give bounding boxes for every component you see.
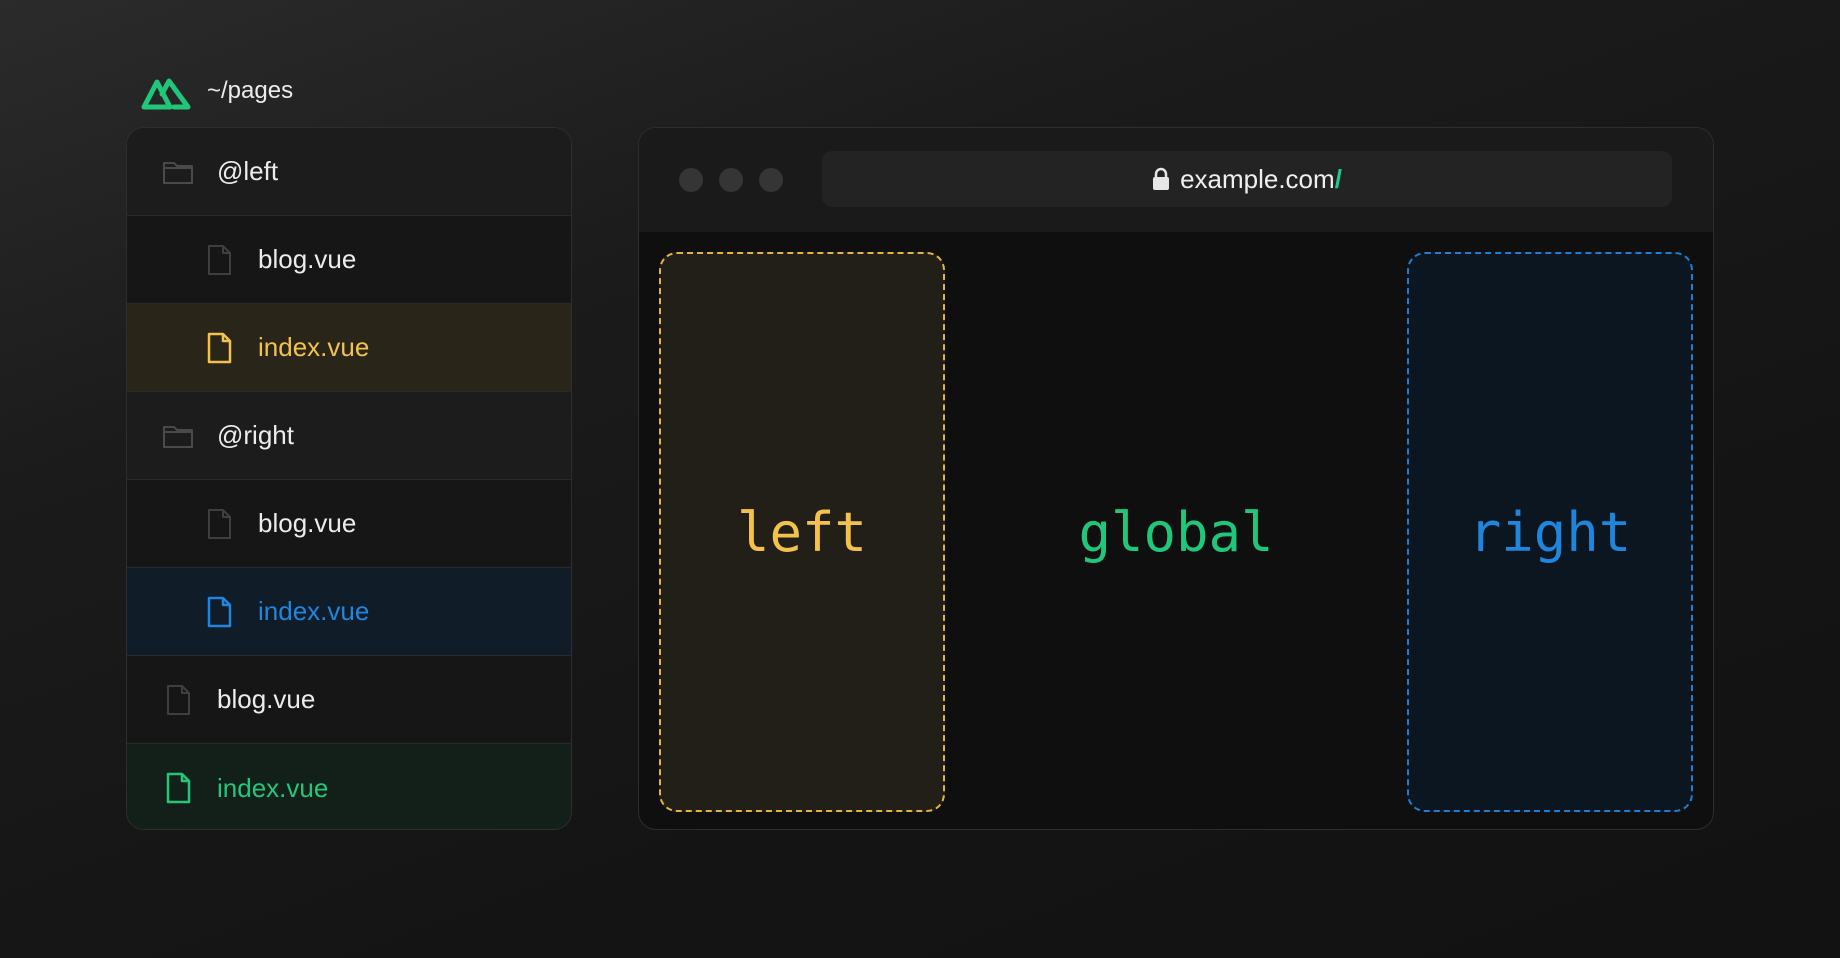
tree-item-right-blog[interactable]: blog.vue — [127, 480, 571, 568]
file-icon — [202, 331, 236, 365]
tree-item-label: blog.vue — [217, 684, 316, 714]
header: ~/pages — [141, 71, 293, 111]
pages-path: ~/pages — [207, 77, 294, 104]
tree-item-label: blog.vue — [258, 508, 357, 538]
lock-icon — [1153, 167, 1170, 190]
tree-item-blog[interactable]: blog.vue — [127, 656, 571, 744]
tree-item-right-index[interactable]: index.vue — [127, 568, 571, 656]
folder-icon — [161, 419, 195, 453]
nuxt-logo-icon — [141, 78, 191, 110]
right-slot-label: right — [1468, 500, 1632, 564]
browser-toolbar: example.com / — [639, 128, 1713, 232]
url-text: example.com — [1180, 163, 1335, 194]
tree-item-label: @left — [217, 156, 279, 186]
global-content: global — [945, 252, 1407, 812]
left-slot-label: left — [736, 500, 868, 564]
url-slash: / — [1334, 163, 1342, 194]
window-minimize-dot[interactable] — [719, 168, 743, 192]
file-icon — [202, 595, 236, 629]
tree-item-label: blog.vue — [258, 244, 357, 274]
tree-item-left-folder[interactable]: @left — [127, 128, 571, 216]
left-slot-pane: left — [659, 252, 945, 812]
tree-item-left-index[interactable]: index.vue — [127, 304, 571, 392]
tree-item-label: @right — [217, 420, 294, 450]
global-label: global — [1078, 500, 1274, 564]
tree-item-label: index.vue — [258, 332, 370, 362]
address-bar[interactable]: example.com / — [822, 151, 1672, 207]
folder-icon — [161, 155, 195, 189]
tree-item-index[interactable]: index.vue — [127, 744, 571, 829]
file-icon — [161, 683, 195, 717]
window-close-dot[interactable] — [679, 168, 703, 192]
tree-item-left-blog[interactable]: blog.vue — [127, 216, 571, 304]
file-icon — [202, 507, 236, 541]
window-maximize-dot[interactable] — [759, 168, 783, 192]
tree-item-label: index.vue — [258, 596, 370, 626]
right-slot-pane: right — [1407, 252, 1693, 812]
file-icon — [202, 243, 236, 277]
tree-item-label: index.vue — [217, 772, 329, 803]
file-tree: @left blog.vue index.vue @right blog.vue… — [126, 127, 572, 830]
file-icon — [161, 771, 195, 805]
browser-window: example.com / left global right — [638, 127, 1714, 830]
tree-item-right-folder[interactable]: @right — [127, 392, 571, 480]
